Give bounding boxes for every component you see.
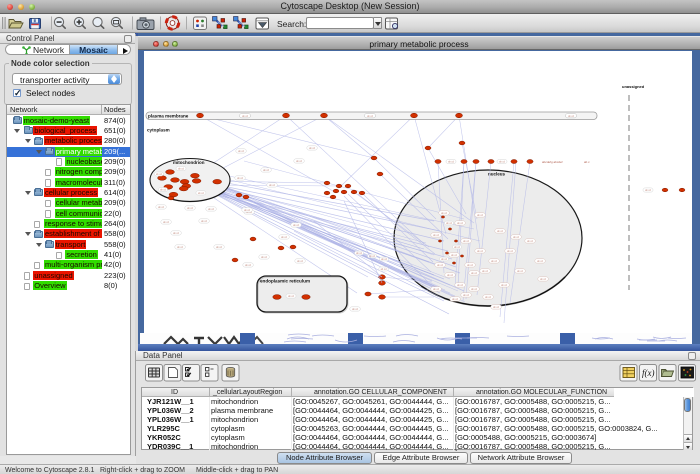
svg-text:ab cd: ab cd <box>501 284 508 287</box>
svg-text:ab cd: ab cd <box>187 207 194 210</box>
svg-text:ab cd: ab cd <box>238 150 245 153</box>
svg-text:ab cd: ab cd <box>471 272 478 275</box>
svg-text:nucleus: nucleus <box>488 172 506 177</box>
svg-text:ab cd: ab cd <box>482 270 489 273</box>
svg-text:ab cd: ab cd <box>454 246 461 249</box>
svg-text:ab cd: ab cd <box>452 298 459 301</box>
svg-text:ab cd: ab cd <box>447 274 454 277</box>
svg-text:ab cd: ab cd <box>198 192 205 195</box>
svg-text:endoplasmic reticulum: endoplasmic reticulum <box>260 279 310 284</box>
svg-text:ab cd: ab cd <box>163 221 170 224</box>
svg-text:ab cd: ab cd <box>467 264 474 267</box>
svg-text:ab cd: ab cd <box>441 258 448 261</box>
svg-text:ab cd: ab cd <box>177 246 184 249</box>
svg-text:plasma membrane: plasma membrane <box>148 114 189 119</box>
svg-text:ab cd: ab cd <box>178 168 185 171</box>
svg-text:ab cd: ab cd <box>433 234 440 237</box>
svg-text:ab cd: ab cd <box>208 208 215 211</box>
svg-text:ab cd: ab cd <box>451 254 458 257</box>
svg-text:ab cd: ab cd <box>457 284 464 287</box>
svg-text:ab cd: ab cd <box>568 115 575 118</box>
svg-text:ab cd: ab cd <box>245 264 252 267</box>
svg-text:ab cd: ab cd <box>457 222 464 225</box>
svg-text:ab cd: ab cd <box>491 260 498 263</box>
svg-text:ab cd: ab cd <box>173 232 180 235</box>
svg-text:ab cd: ab cd <box>537 260 544 263</box>
svg-text:ab cd: ab cd <box>158 206 165 209</box>
svg-text:ab cd: ab cd <box>437 264 444 267</box>
svg-text:ab cd: ab cd <box>242 115 249 118</box>
svg-text:ab cd: ab cd <box>367 115 374 118</box>
svg-text:ab cd: ab cd <box>441 212 448 215</box>
svg-text:ab cd: ab cd <box>156 173 163 176</box>
svg-text:ab cd: ab cd <box>261 256 268 259</box>
svg-text:unassigned: unassigned <box>622 84 645 89</box>
svg-text:ab cd: ab cd <box>485 296 492 299</box>
svg-text:ab cd: ab cd <box>281 236 288 239</box>
svg-text:ab cd: ab cd <box>309 147 316 150</box>
svg-text:ab cd: ab cd <box>477 214 484 217</box>
svg-text:ab cd: ab cd <box>288 295 295 298</box>
svg-text:f(x): f(x) <box>642 368 655 378</box>
svg-text:ab cd: ab cd <box>237 177 244 180</box>
svg-text:ab cd: ab cd <box>517 270 524 273</box>
svg-text:ab cd: ab cd <box>507 250 514 253</box>
svg-text:ab cd: ab cd <box>540 278 547 281</box>
svg-text:cytoplasm: cytoplasm <box>147 128 170 133</box>
svg-text:ab cd: ab cd <box>356 252 363 255</box>
svg-text:ab cd: ab cd <box>216 246 223 249</box>
svg-text:ab cd: ab cd <box>352 308 359 311</box>
svg-text:ab cd: ab cd <box>448 161 455 164</box>
svg-text:ab cd: ab cd <box>493 306 500 309</box>
svg-text:ab cd: ab cd <box>497 230 504 233</box>
svg-text:ab cd: ab cd <box>433 288 440 291</box>
svg-text:ab cd: ab cd <box>201 220 208 223</box>
svg-text:ab cd: ab cd <box>296 160 303 163</box>
svg-text:ab cd: ab cd <box>446 222 453 225</box>
svg-text:ab cd: ab cd <box>381 268 388 271</box>
svg-text:ab cd: ab cd <box>244 209 251 212</box>
svg-text:abcdefg abcdef: abcdefg abcdef <box>542 160 563 164</box>
svg-text:ab cd: ab cd <box>269 184 276 187</box>
svg-text:ab cd: ab cd <box>463 240 470 243</box>
svg-text:ab cd: ab cd <box>527 240 534 243</box>
svg-text:ab cd: ab cd <box>645 189 652 192</box>
svg-text:ab cd: ab cd <box>160 189 167 192</box>
svg-text:ab cd: ab cd <box>463 294 470 297</box>
svg-text:ab cd: ab cd <box>297 260 304 263</box>
svg-text:ab cd: ab cd <box>263 169 270 172</box>
svg-text:ab cd: ab cd <box>381 258 388 261</box>
svg-text:ab cd: ab cd <box>471 288 478 291</box>
svg-text:ab cd: ab cd <box>477 250 484 253</box>
svg-text:ab c: ab c <box>584 160 590 164</box>
svg-text:ab cd: ab cd <box>499 161 506 164</box>
svg-text:ab cd: ab cd <box>513 236 520 239</box>
svg-text:ab cd: ab cd <box>293 224 300 227</box>
svg-text:mitochondrion: mitochondrion <box>173 160 205 165</box>
